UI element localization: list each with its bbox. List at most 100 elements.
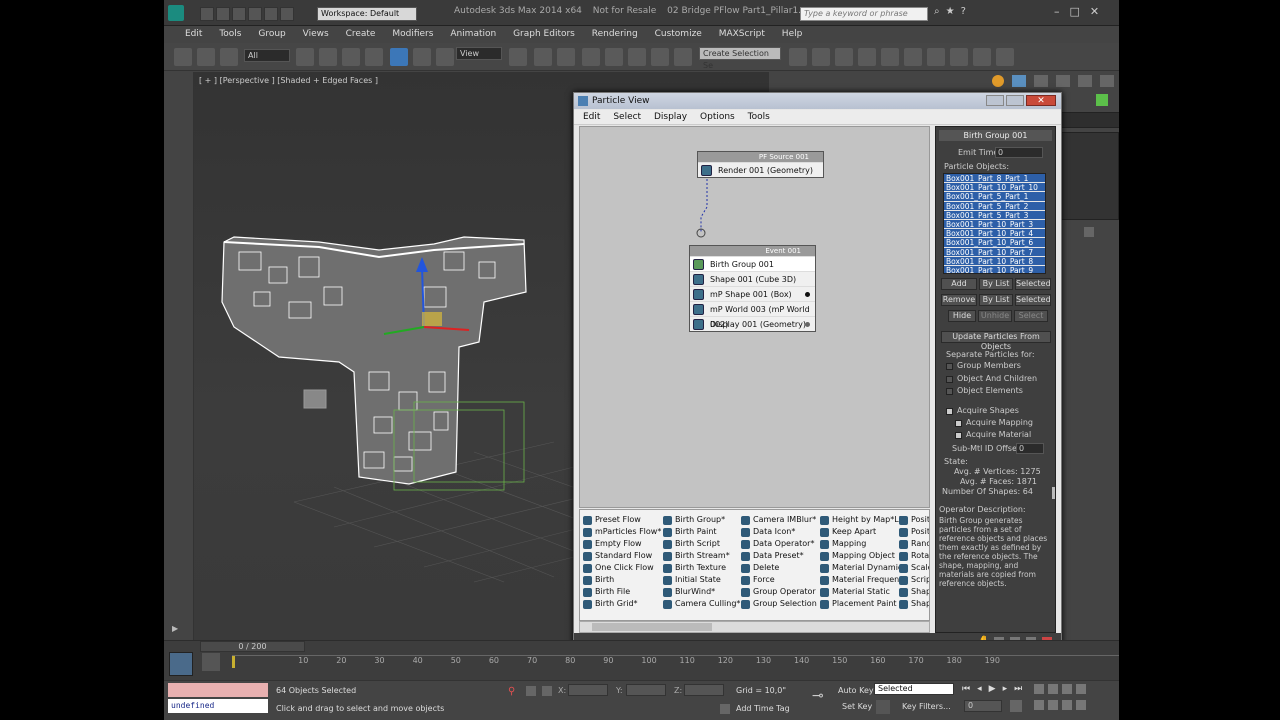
- pv-minimize-button[interactable]: [986, 95, 1004, 106]
- reference-box[interactable]: [303, 389, 327, 409]
- menu-help[interactable]: Help: [775, 26, 810, 42]
- mp-shape-row[interactable]: mP Shape 001 (Box): [690, 286, 815, 301]
- open-file-icon[interactable]: [216, 7, 230, 21]
- depot-item[interactable]: Mapping: [820, 538, 866, 550]
- time-slider[interactable]: 0 / 200: [200, 641, 305, 652]
- key-icon[interactable]: ⊸: [812, 688, 824, 704]
- menu-modifiers[interactable]: Modifiers: [385, 26, 440, 42]
- spinner-snap-icon[interactable]: [651, 48, 669, 66]
- acquire-material-checkbox[interactable]: [955, 432, 962, 439]
- depot-item[interactable]: Birth Paint: [663, 526, 717, 538]
- depot-item[interactable]: Group Operator: [741, 586, 816, 598]
- next-frame-icon[interactable]: ▸: [1003, 684, 1015, 694]
- edit-named-selection-icon[interactable]: [674, 48, 692, 66]
- current-frame-marker[interactable]: [232, 656, 235, 668]
- zoom-extents-all-icon[interactable]: [1076, 684, 1086, 694]
- depot-item[interactable]: Force: [741, 574, 775, 586]
- selected-button-1[interactable]: Selected: [1015, 278, 1051, 290]
- layer-manager-icon[interactable]: [835, 48, 853, 66]
- submtl-spinner[interactable]: 0: [1016, 443, 1044, 454]
- depot-item[interactable]: Delete: [741, 562, 779, 574]
- redo-icon[interactable]: [264, 7, 278, 21]
- menu-tools[interactable]: Tools: [212, 26, 248, 42]
- x-coordinate-field[interactable]: [568, 684, 608, 696]
- key-filters-button[interactable]: Key Filters...: [902, 702, 951, 711]
- isolate-icon[interactable]: ⚲: [508, 686, 515, 697]
- particle-object-item[interactable]: Box001_Part_10_Part_10: [944, 183, 1045, 193]
- menu-graph-editors[interactable]: Graph Editors: [506, 26, 582, 42]
- depot-item[interactable]: Empty Flow: [583, 538, 642, 550]
- window-crossing-icon[interactable]: [365, 48, 383, 66]
- depot-item[interactable]: Shape: [899, 598, 929, 610]
- play-icon[interactable]: ▶: [989, 684, 1003, 694]
- y-coordinate-field[interactable]: [626, 684, 666, 696]
- particle-object-item[interactable]: Box001_Part_10_Part_8: [944, 256, 1045, 266]
- pv-menu-display[interactable]: Display: [649, 110, 692, 125]
- depot-item[interactable]: Birth Grid*: [583, 598, 638, 610]
- star-icon[interactable]: ★: [946, 6, 961, 17]
- minimize-icon[interactable]: –: [1054, 5, 1070, 18]
- modify-tab-icon[interactable]: [1012, 75, 1026, 87]
- particle-object-item[interactable]: Box001_Part_5_Part_3: [944, 210, 1045, 220]
- maximize-viewport-icon[interactable]: [1076, 700, 1086, 710]
- depot-item[interactable]: Group Selection: [741, 598, 817, 610]
- selection-lock-icon[interactable]: [526, 686, 536, 696]
- render-production-icon[interactable]: [996, 48, 1014, 66]
- event-node[interactable]: Event 001 Birth Group 001 Shape 001 (Cub…: [689, 245, 816, 332]
- menu-animation[interactable]: Animation: [443, 26, 503, 42]
- pillar-model[interactable]: [221, 236, 527, 485]
- depot-item[interactable]: Material Static: [820, 586, 890, 598]
- depot-item[interactable]: Material Frequency: [820, 574, 908, 586]
- depot-item[interactable]: Mapping Object: [820, 550, 895, 562]
- graphite-tools-icon[interactable]: [858, 48, 876, 66]
- particle-objects-list[interactable]: Box001_Part_8_Part_1 Box001_Part_10_Part_…: [943, 173, 1046, 274]
- depot-item[interactable]: Material Dynamic: [820, 562, 902, 574]
- keyboard-shortcut-icon[interactable]: [557, 48, 575, 66]
- depot-item[interactable]: Keep Apart: [820, 526, 876, 538]
- goto-start-icon[interactable]: ⏮: [962, 684, 977, 694]
- pv-menu-options[interactable]: Options: [695, 110, 740, 125]
- select-manipulate-icon[interactable]: [534, 48, 552, 66]
- move-icon[interactable]: [390, 48, 408, 66]
- field-of-view-icon[interactable]: [1034, 700, 1044, 710]
- menu-views[interactable]: Views: [296, 26, 336, 42]
- render-setup-icon[interactable]: [950, 48, 968, 66]
- link-icon[interactable]: [174, 48, 192, 66]
- add-time-tag[interactable]: Add Time Tag: [736, 704, 790, 713]
- time-tag-icon[interactable]: [720, 704, 730, 714]
- select-object-icon[interactable]: [296, 48, 314, 66]
- depot-item[interactable]: Shape: [899, 586, 929, 598]
- particle-flow-canvas[interactable]: PF Source 001 Render 001 (Geometry) Even…: [579, 126, 930, 508]
- mp-world-row[interactable]: mP World 003 (mP World 002): [690, 301, 815, 329]
- set-keys-icon[interactable]: [876, 700, 890, 714]
- depot-item[interactable]: Birth Texture: [663, 562, 726, 574]
- birth-group-rollout[interactable]: Birth Group 001: [939, 130, 1052, 141]
- add-button[interactable]: Add: [941, 278, 977, 290]
- particle-object-item[interactable]: Box001_Part_10_Part_6: [944, 238, 1045, 248]
- schematic-view-icon[interactable]: [904, 48, 922, 66]
- depot-item[interactable]: Birth Stream*: [663, 550, 730, 562]
- depot-item[interactable]: Camera IMBlur*: [741, 514, 816, 526]
- depot-item[interactable]: Preset Flow: [583, 514, 641, 526]
- mirror-icon[interactable]: [789, 48, 807, 66]
- prev-frame-icon[interactable]: ◂: [977, 684, 989, 694]
- selected-button-2[interactable]: Selected: [1015, 294, 1051, 306]
- named-selection-dropdown[interactable]: Create Selection Se: [699, 47, 781, 70]
- depot-item[interactable]: BlurWind*: [663, 586, 715, 598]
- depot-item[interactable]: Data Preset*: [741, 550, 804, 562]
- pv-menu-edit[interactable]: Edit: [578, 110, 605, 125]
- expand-arrow-icon[interactable]: ▶: [172, 624, 178, 633]
- depot-item[interactable]: Random: [899, 538, 929, 550]
- depot-scrollbar[interactable]: [579, 621, 930, 633]
- menu-create[interactable]: Create: [339, 26, 383, 42]
- shape-row[interactable]: Shape 001 (Cube 3D): [690, 271, 815, 286]
- reference-coordinate-dropdown[interactable]: View: [456, 47, 502, 60]
- depot-item[interactable]: Birth File: [583, 586, 630, 598]
- pan-view-icon[interactable]: [1048, 700, 1058, 710]
- depot-item[interactable]: mParticles Flow*: [583, 526, 661, 538]
- app-logo-icon[interactable]: [168, 5, 184, 21]
- search-input[interactable]: Type a keyword or phrase: [800, 7, 928, 21]
- depot-item[interactable]: Birth: [583, 574, 614, 586]
- particle-object-item[interactable]: Box001_Part_5_Part_1: [944, 192, 1045, 202]
- close-icon[interactable]: ✕: [1090, 5, 1109, 18]
